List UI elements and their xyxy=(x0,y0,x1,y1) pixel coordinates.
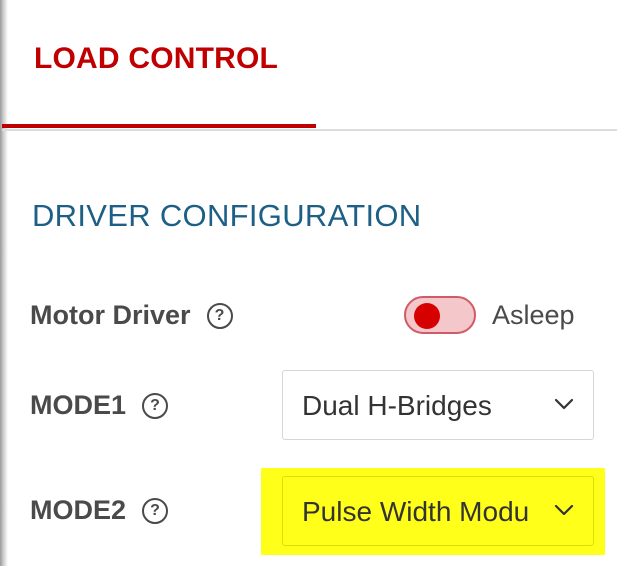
section-title: DRIVER CONFIGURATION xyxy=(32,198,422,233)
tab-load-control[interactable]: LOAD CONTROL xyxy=(2,0,316,128)
mode2-help-icon[interactable]: ? xyxy=(142,497,169,524)
motor-driver-state: Asleep xyxy=(492,300,575,330)
motor-driver-toggle[interactable] xyxy=(404,296,476,334)
motor-driver-help-icon[interactable]: ? xyxy=(206,302,233,329)
mode2-label: MODE2 xyxy=(30,495,127,525)
mode2-selected-value: Pulse Width Modu xyxy=(302,496,530,527)
toggle-knob xyxy=(414,303,440,329)
mode2-label-group: MODE2 ? xyxy=(30,495,169,526)
mode1-label: MODE1 xyxy=(30,390,127,420)
mode1-selected-value: Dual H-Bridges xyxy=(302,390,492,421)
tab-divider xyxy=(2,129,617,131)
motor-driver-label-group: Motor Driver ? xyxy=(30,300,233,331)
chevron-down-icon xyxy=(554,398,574,410)
mode1-help-icon[interactable]: ? xyxy=(142,392,169,419)
mode1-select[interactable]: Dual H-Bridges xyxy=(282,370,594,440)
mode1-label-group: MODE1 ? xyxy=(30,390,169,421)
chevron-down-icon xyxy=(554,504,574,516)
tab-label: LOAD CONTROL xyxy=(34,42,279,75)
motor-driver-label: Motor Driver xyxy=(30,300,191,330)
active-tab-indicator xyxy=(2,124,316,128)
mode2-select[interactable]: Pulse Width Modu xyxy=(282,476,594,546)
tab-bar: LOAD CONTROL xyxy=(0,0,617,131)
